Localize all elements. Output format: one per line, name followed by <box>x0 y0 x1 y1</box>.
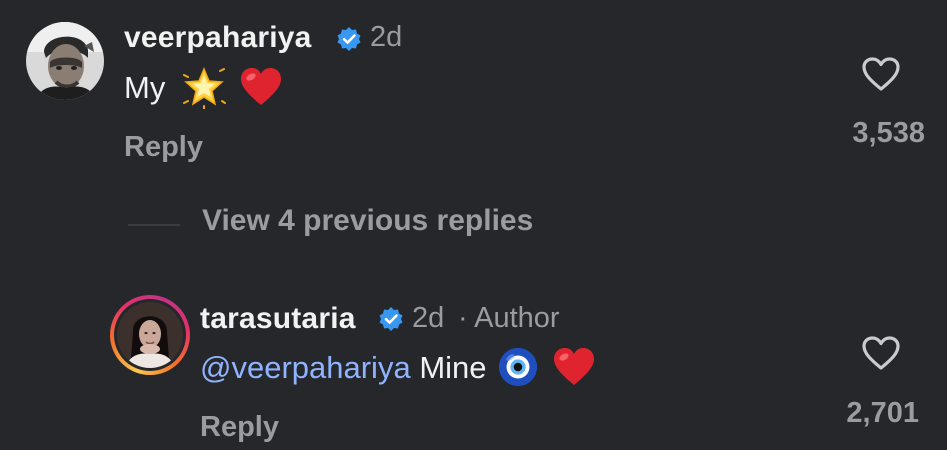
comment-age: 2d <box>370 21 403 53</box>
verified-badge-icon <box>337 27 361 51</box>
comment-text: @veerpahariya Mine <box>200 347 596 388</box>
verified-badge-icon <box>379 307 403 331</box>
heart-outline-icon[interactable] <box>861 56 901 92</box>
reply-button[interactable]: Reply <box>200 411 279 444</box>
heart-outline-icon[interactable] <box>861 335 901 371</box>
view-previous-replies-button[interactable]: View 4 previous replies <box>202 204 533 238</box>
comment-username[interactable]: veerpahariya <box>124 21 312 55</box>
profile-photo <box>26 22 104 100</box>
red-heart-icon <box>553 347 594 385</box>
mention-link[interactable]: @veerpahariya <box>200 350 411 385</box>
avatar-tarasutaria[interactable] <box>117 302 183 368</box>
like-count: 3,538 <box>852 117 925 149</box>
comment-text-content: My <box>124 70 166 105</box>
comment-text: My <box>124 66 283 109</box>
comment-username[interactable]: tarasutaria <box>200 302 356 336</box>
thread-divider <box>128 224 180 226</box>
glowing-star-icon <box>182 66 226 109</box>
comment-age: 2d <box>412 302 445 334</box>
author-tag: · Author <box>458 302 560 334</box>
like-count: 2,701 <box>846 397 919 429</box>
reply-button[interactable]: Reply <box>124 131 203 164</box>
avatar-veerpahariya[interactable] <box>26 22 104 100</box>
comment-text-content: Mine <box>419 350 487 385</box>
profile-photo <box>117 302 183 368</box>
red-heart-icon <box>240 67 281 105</box>
nazar-amulet-icon <box>499 347 538 386</box>
comments-page: veerpahariya 2d My Reply 3,538 View 4 pr… <box>0 0 947 450</box>
